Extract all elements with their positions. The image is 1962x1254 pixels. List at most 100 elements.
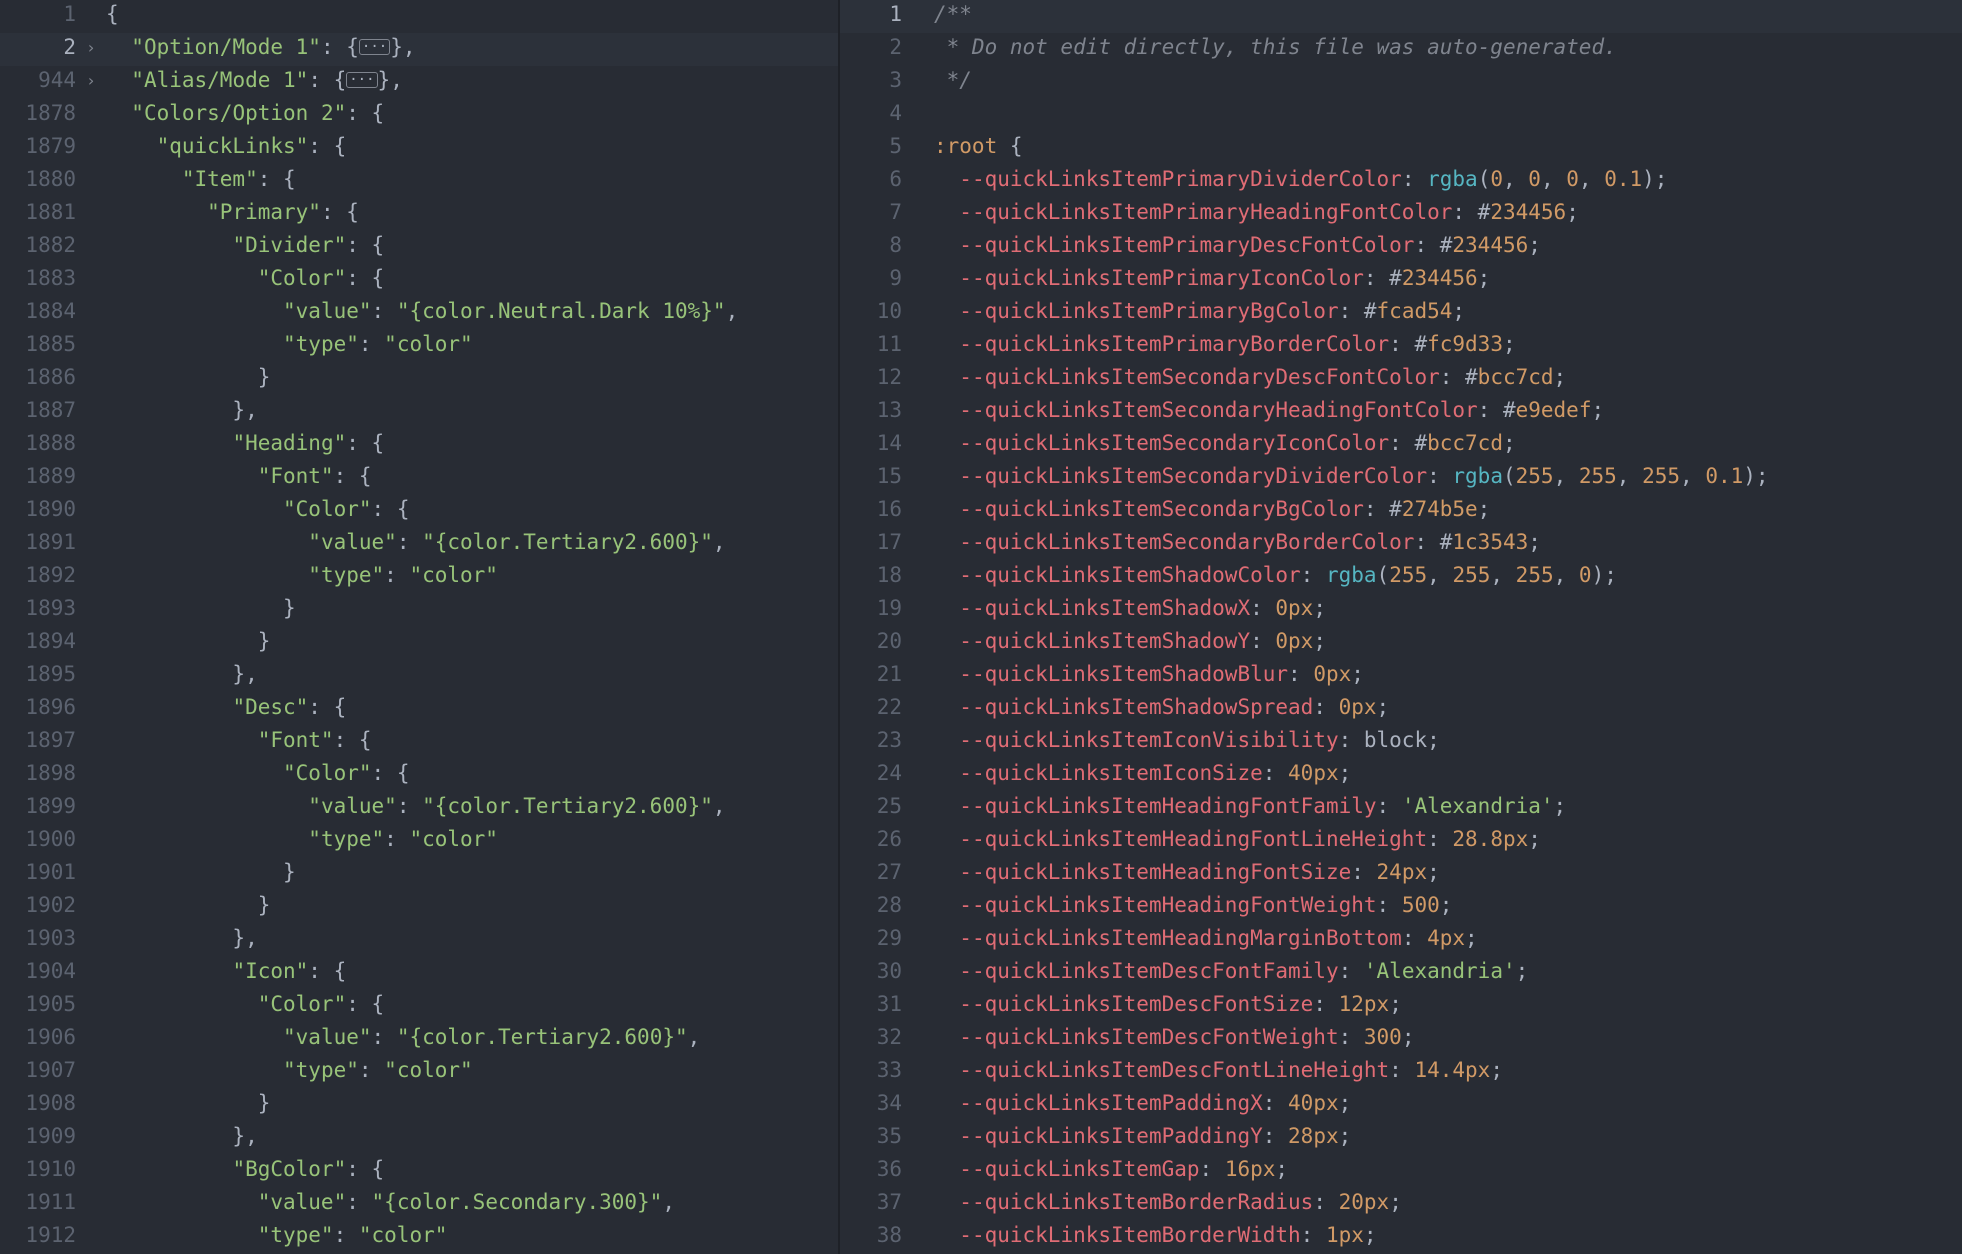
- code-line[interactable]: 1 /**: [840, 0, 1962, 33]
- code-line[interactable]: 23 --quickLinksItemIconVisibility: block…: [840, 726, 1962, 759]
- code-line[interactable]: 1907 "type": "color": [0, 1056, 838, 1089]
- code-line[interactable]: 8 --quickLinksItemPrimaryDescFontColor: …: [840, 231, 1962, 264]
- code-text[interactable]: :root {: [934, 132, 1023, 161]
- code-line[interactable]: 21 --quickLinksItemShadowBlur: 0px;: [840, 660, 1962, 693]
- code-text[interactable]: --quickLinksItemPaddingX: 40px;: [934, 1089, 1351, 1118]
- code-line[interactable]: 1899 "value": "{color.Tertiary2.600}",: [0, 792, 838, 825]
- code-text[interactable]: "quickLinks": {: [106, 132, 347, 161]
- code-text[interactable]: }: [106, 1089, 271, 1118]
- code-line[interactable]: 20 --quickLinksItemShadowY: 0px;: [840, 627, 1962, 660]
- code-text[interactable]: }: [106, 363, 271, 392]
- code-text[interactable]: },: [106, 660, 257, 689]
- code-line[interactable]: 1910 "BgColor": {: [0, 1155, 838, 1188]
- code-text[interactable]: --quickLinksItemHeadingFontLineHeight: 2…: [934, 825, 1541, 854]
- code-line[interactable]: 12 --quickLinksItemSecondaryDescFontColo…: [840, 363, 1962, 396]
- code-text[interactable]: "Font": {: [106, 726, 372, 755]
- code-text[interactable]: --quickLinksItemPrimaryBgColor: #fcad54;: [934, 297, 1465, 326]
- code-text[interactable]: "Divider": {: [106, 231, 384, 260]
- code-line[interactable]: 36 --quickLinksItemGap: 16px;: [840, 1155, 1962, 1188]
- code-line[interactable]: 28 --quickLinksItemHeadingFontWeight: 50…: [840, 891, 1962, 924]
- fold-chevron-icon[interactable]: ›: [76, 33, 106, 62]
- code-line[interactable]: 1903 },: [0, 924, 838, 957]
- code-text[interactable]: --quickLinksItemSecondaryBorderColor: #1…: [934, 528, 1541, 557]
- code-text[interactable]: --quickLinksItemHeadingFontSize: 24px;: [934, 858, 1439, 887]
- code-text[interactable]: --quickLinksItemPrimaryHeadingFontColor:…: [934, 198, 1579, 227]
- code-line[interactable]: 10 --quickLinksItemPrimaryBgColor: #fcad…: [840, 297, 1962, 330]
- code-line[interactable]: 1891 "value": "{color.Tertiary2.600}",: [0, 528, 838, 561]
- code-text[interactable]: },: [106, 396, 257, 425]
- code-line[interactable]: 1881 "Primary": {: [0, 198, 838, 231]
- code-text[interactable]: "Colors/Option 2": {: [106, 99, 384, 128]
- code-text[interactable]: "Heading": {: [106, 429, 384, 458]
- code-text[interactable]: --quickLinksItemShadowSpread: 0px;: [934, 693, 1389, 722]
- code-text[interactable]: --quickLinksItemHeadingFontFamily: 'Alex…: [934, 792, 1566, 821]
- code-line[interactable]: 6 --quickLinksItemPrimaryDividerColor: r…: [840, 165, 1962, 198]
- code-line[interactable]: 34 --quickLinksItemPaddingX: 40px;: [840, 1089, 1962, 1122]
- code-text[interactable]: "value": "{color.Neutral.Dark 10%}",: [106, 297, 738, 326]
- code-text[interactable]: --quickLinksItemBorderWidth: 1px;: [934, 1221, 1376, 1250]
- code-text[interactable]: --quickLinksItemIconVisibility: block;: [934, 726, 1439, 755]
- code-line[interactable]: 1896 "Desc": {: [0, 693, 838, 726]
- code-text[interactable]: --quickLinksItemPrimaryIconColor: #23445…: [934, 264, 1490, 293]
- code-line[interactable]: 18 --quickLinksItemShadowColor: rgba(255…: [840, 561, 1962, 594]
- code-text[interactable]: "type": "color": [106, 330, 473, 359]
- code-text[interactable]: --quickLinksItemShadowY: 0px;: [934, 627, 1326, 656]
- code-line[interactable]: 1897 "Font": {: [0, 726, 838, 759]
- code-text[interactable]: --quickLinksItemPaddingY: 28px;: [934, 1122, 1351, 1151]
- code-line[interactable]: 1887 },: [0, 396, 838, 429]
- code-line[interactable]: 17 --quickLinksItemSecondaryBorderColor:…: [840, 528, 1962, 561]
- code-line[interactable]: 944 › "Alias/Mode 1": {···},: [0, 66, 838, 99]
- code-line[interactable]: 1908 }: [0, 1089, 838, 1122]
- code-line[interactable]: 1893 }: [0, 594, 838, 627]
- code-line[interactable]: 1904 "Icon": {: [0, 957, 838, 990]
- folded-region-icon[interactable]: ···: [358, 39, 391, 55]
- code-line[interactable]: 25 --quickLinksItemHeadingFontFamily: 'A…: [840, 792, 1962, 825]
- code-text[interactable]: --quickLinksItemHeadingFontWeight: 500;: [934, 891, 1452, 920]
- json-tokens-pane[interactable]: 1{2 › "Option/Mode 1": {···}, 944 › "Alias/…: [0, 0, 840, 1254]
- code-text[interactable]: * Do not edit directly, this file was au…: [934, 33, 1617, 62]
- code-text[interactable]: --quickLinksItemPrimaryDescFontColor: #2…: [934, 231, 1541, 260]
- code-line[interactable]: 11 --quickLinksItemPrimaryBorderColor: #…: [840, 330, 1962, 363]
- code-text[interactable]: "type": "color": [106, 1221, 448, 1250]
- code-line[interactable]: 2 * Do not edit directly, this file was …: [840, 33, 1962, 66]
- code-text[interactable]: },: [106, 924, 257, 953]
- code-text[interactable]: "Option/Mode 1": {···},: [106, 33, 415, 62]
- code-line[interactable]: 1889 "Font": {: [0, 462, 838, 495]
- code-text[interactable]: }: [106, 891, 271, 920]
- code-line[interactable]: 3 */: [840, 66, 1962, 99]
- code-line[interactable]: 24 --quickLinksItemIconSize: 40px;: [840, 759, 1962, 792]
- code-line[interactable]: 32 --quickLinksItemDescFontWeight: 300;: [840, 1023, 1962, 1056]
- code-text[interactable]: "Alias/Mode 1": {···},: [106, 66, 403, 95]
- code-line[interactable]: 31 --quickLinksItemDescFontSize: 12px;: [840, 990, 1962, 1023]
- code-line[interactable]: 1909 },: [0, 1122, 838, 1155]
- code-text[interactable]: */: [934, 66, 972, 95]
- code-line[interactable]: 1905 "Color": {: [0, 990, 838, 1023]
- code-line[interactable]: 9 --quickLinksItemPrimaryIconColor: #234…: [840, 264, 1962, 297]
- code-text[interactable]: --quickLinksItemSecondaryIconColor: #bcc…: [934, 429, 1515, 458]
- code-line[interactable]: 38 --quickLinksItemBorderWidth: 1px;: [840, 1221, 1962, 1254]
- code-text[interactable]: --quickLinksItemDescFontLineHeight: 14.4…: [934, 1056, 1503, 1085]
- code-line[interactable]: 1885 "type": "color": [0, 330, 838, 363]
- code-line[interactable]: 33 --quickLinksItemDescFontLineHeight: 1…: [840, 1056, 1962, 1089]
- code-text[interactable]: },: [106, 1122, 257, 1151]
- code-text[interactable]: "value": "{color.Tertiary2.600}",: [106, 1023, 700, 1052]
- css-variables-pane[interactable]: 1 /** 2 * Do not edit directly, this file …: [840, 0, 1962, 1254]
- code-text[interactable]: "type": "color": [106, 561, 498, 590]
- code-line[interactable]: 1{: [0, 0, 838, 33]
- code-line[interactable]: 29 --quickLinksItemHeadingMarginBottom: …: [840, 924, 1962, 957]
- code-text[interactable]: "Primary": {: [106, 198, 359, 227]
- code-line[interactable]: 1888 "Heading": {: [0, 429, 838, 462]
- code-line[interactable]: 1901 }: [0, 858, 838, 891]
- code-text[interactable]: "Item": {: [106, 165, 296, 194]
- code-line[interactable]: 1884 "value": "{color.Neutral.Dark 10%}"…: [0, 297, 838, 330]
- code-line[interactable]: 26 --quickLinksItemHeadingFontLineHeight…: [840, 825, 1962, 858]
- code-text[interactable]: "Color": {: [106, 990, 384, 1019]
- code-line[interactable]: 16 --quickLinksItemSecondaryBgColor: #27…: [840, 495, 1962, 528]
- code-text[interactable]: --quickLinksItemShadowX: 0px;: [934, 594, 1326, 623]
- code-line[interactable]: 1882 "Divider": {: [0, 231, 838, 264]
- code-text[interactable]: /**: [934, 0, 972, 29]
- code-text[interactable]: }: [106, 627, 271, 656]
- code-text[interactable]: --quickLinksItemSecondaryHeadingFontColo…: [934, 396, 1604, 425]
- code-text[interactable]: "Color": {: [106, 264, 384, 293]
- code-line[interactable]: 1900 "type": "color": [0, 825, 838, 858]
